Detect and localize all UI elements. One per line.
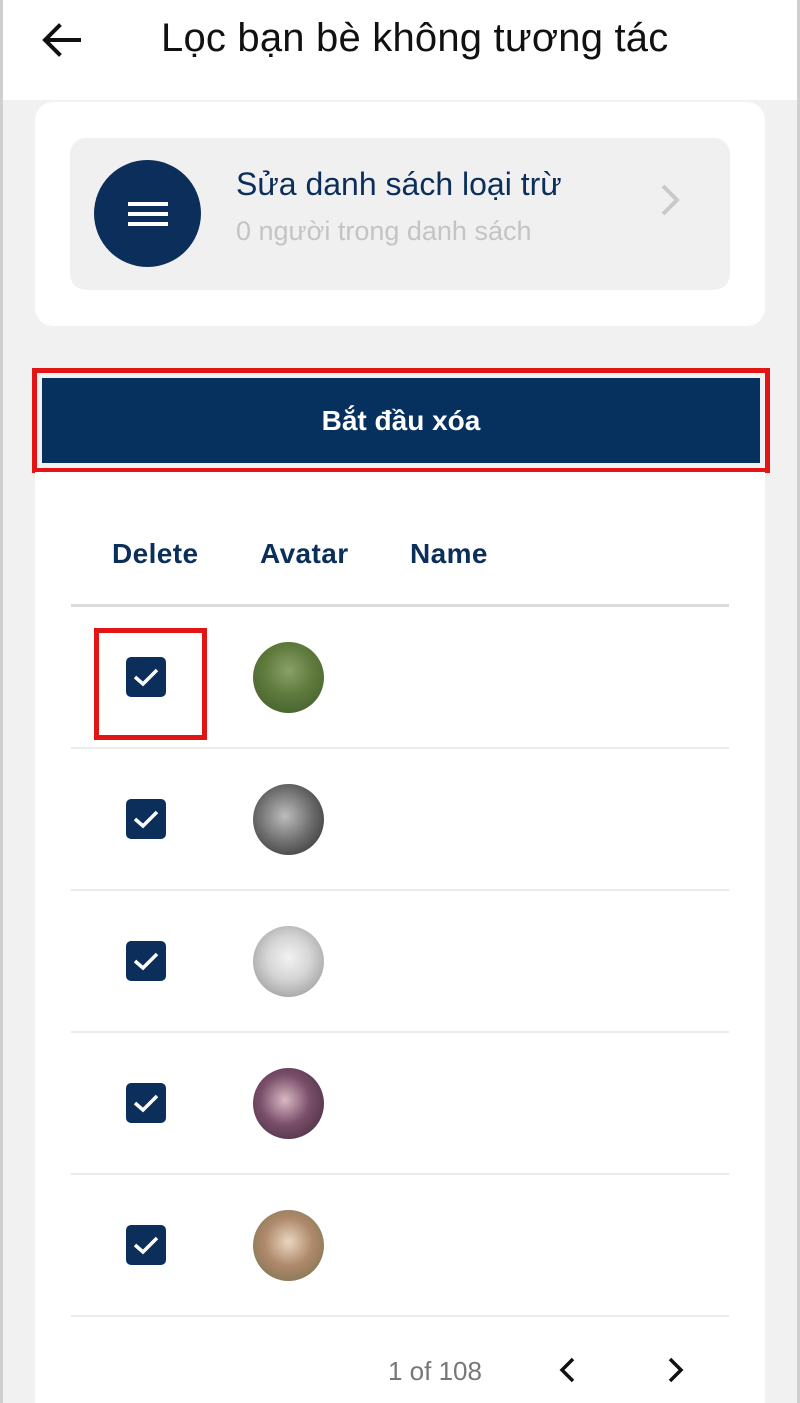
menu-icon-circle bbox=[94, 160, 201, 267]
friends-table: Delete Avatar Name bbox=[35, 472, 765, 1403]
frame-left-border bbox=[0, 0, 3, 1403]
avatar bbox=[253, 1210, 324, 1281]
exclusion-count: 0 người trong danh sách bbox=[236, 216, 532, 246]
checkmark-icon bbox=[133, 810, 159, 829]
checkmark-icon bbox=[133, 1236, 159, 1255]
chevron-right-icon bbox=[668, 1357, 684, 1383]
checkmark-icon bbox=[133, 1094, 159, 1113]
app-header: Lọc bạn bè không tương tác bbox=[3, 0, 797, 100]
page-title: Lọc bạn bè không tương tác bbox=[161, 16, 669, 60]
column-header-name: Name bbox=[410, 538, 488, 569]
next-page-button[interactable] bbox=[657, 1352, 693, 1388]
table-row bbox=[71, 748, 729, 890]
avatar bbox=[253, 784, 324, 855]
column-header-delete: Delete bbox=[112, 538, 199, 569]
arrow-left-icon bbox=[42, 23, 81, 57]
checkmark-icon bbox=[133, 952, 159, 971]
delete-checkbox[interactable] bbox=[126, 941, 166, 981]
chevron-right-icon bbox=[661, 184, 680, 216]
table-row bbox=[71, 1032, 729, 1174]
table-row bbox=[71, 890, 729, 1032]
edit-exclusion-list-button[interactable]: Sửa danh sách loại trừ 0 người trong dan… bbox=[70, 138, 730, 290]
table-row bbox=[71, 1174, 729, 1316]
delete-checkbox[interactable] bbox=[126, 799, 166, 839]
chevron-left-icon bbox=[559, 1357, 575, 1383]
avatar bbox=[253, 1068, 324, 1139]
column-header-avatar: Avatar bbox=[260, 538, 349, 569]
previous-page-button[interactable] bbox=[550, 1352, 586, 1388]
delete-checkbox[interactable] bbox=[126, 1083, 166, 1123]
menu-icon bbox=[127, 201, 168, 226]
exclusion-title: Sửa danh sách loại trừ bbox=[236, 166, 562, 202]
start-delete-button[interactable]: Bắt đầu xóa bbox=[42, 378, 760, 463]
checkbox-highlight bbox=[94, 628, 207, 740]
avatar bbox=[253, 926, 324, 997]
back-button[interactable] bbox=[39, 20, 83, 60]
pagination-status: 1 of 108 bbox=[388, 1356, 482, 1386]
row-divider bbox=[71, 1315, 729, 1317]
avatar bbox=[253, 642, 324, 713]
delete-checkbox[interactable] bbox=[126, 1225, 166, 1265]
exclusion-card: Sửa danh sách loại trừ 0 người trong dan… bbox=[35, 102, 765, 326]
